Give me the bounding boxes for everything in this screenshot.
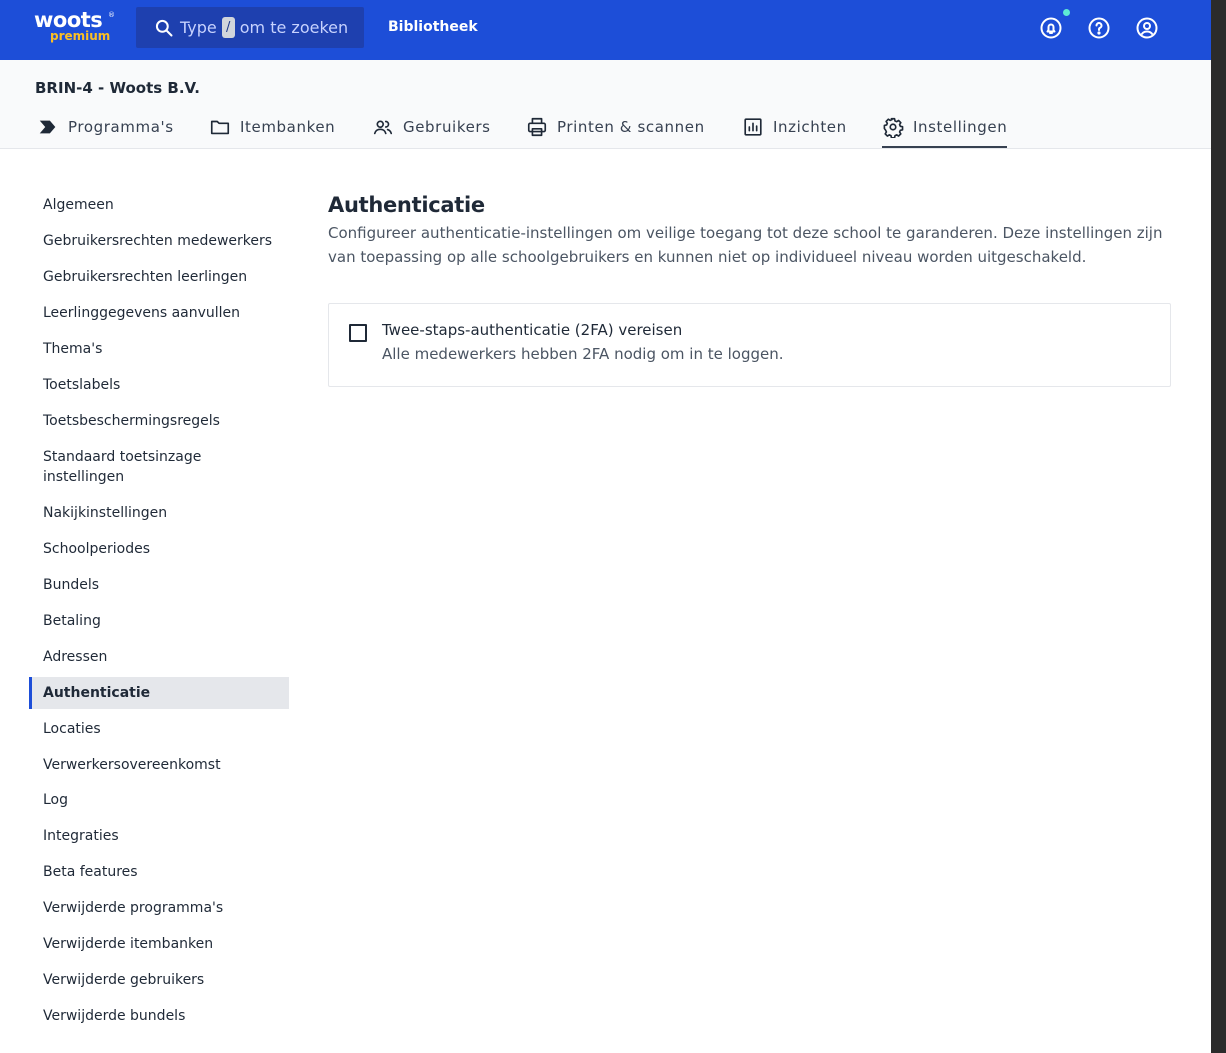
tab-label: Printen & scannen (557, 118, 705, 136)
logo-trademark: ® (108, 11, 115, 19)
sidebar-item-algemeen[interactable]: Algemeen (29, 195, 289, 215)
main-content: Authenticatie Configureer authenticatie-… (328, 190, 1171, 387)
search-bar[interactable]: Type / om te zoeken (136, 7, 364, 48)
sidebar-item-leerlinggegevens-aanvullen[interactable]: Leerlinggegevens aanvullen (29, 303, 289, 323)
sidebar-item-verwijderde-itembanken[interactable]: Verwijderde itembanken (29, 934, 289, 954)
logo-tier: premium (50, 29, 111, 43)
search-shortcut-key: / (221, 17, 235, 38)
sidebar-item-themas[interactable]: Thema's (29, 339, 289, 359)
programs-icon (39, 120, 56, 134)
sidebar-item-toetslabels[interactable]: Toetslabels (29, 375, 289, 395)
sidebar-item-locaties[interactable]: Locaties (29, 719, 289, 739)
sidebar-item-verwijderde-gebruikers[interactable]: Verwijderde gebruikers (29, 970, 289, 990)
top-bar: woots ® premium Type / om te zoeken Bibl… (0, 0, 1211, 60)
tab-label: Programma's (68, 118, 174, 136)
users-icon (373, 120, 393, 135)
library-link[interactable]: Bibliotheek (388, 19, 478, 35)
sidebar-item-integraties[interactable]: Integraties (29, 826, 289, 846)
sidebar-item-verwijderde-bundels[interactable]: Verwijderde bundels (29, 1006, 289, 1026)
notifications-icon[interactable] (1039, 16, 1063, 40)
window-edge (1211, 0, 1226, 1053)
help-icon[interactable] (1087, 16, 1111, 40)
setting-card-2fa: Twee-staps-authenticatie (2FA) vereisen … (328, 303, 1171, 387)
tab-label: Gebruikers (403, 118, 491, 136)
tab-gebruikers[interactable]: Gebruikers (372, 116, 491, 148)
tab-itembanken[interactable]: Itembanken (209, 116, 335, 148)
gear-icon (883, 117, 904, 138)
sidebar-item-adressen[interactable]: Adressen (29, 647, 289, 667)
sidebar-item-schoolperiodes[interactable]: Schoolperiodes (29, 539, 289, 559)
search-placeholder: Type / om te zoeken (180, 17, 348, 38)
search-prefix: Type (180, 18, 217, 37)
tab-printen-scannen[interactable]: Printen & scannen (526, 116, 705, 148)
setting-label[interactable]: Twee-staps-authenticatie (2FA) vereisen (382, 321, 682, 339)
sidebar-item-log[interactable]: Log (29, 790, 289, 810)
account-icon[interactable] (1135, 16, 1159, 40)
folder-icon (210, 120, 230, 135)
setting-help-text: Alle medewerkers hebben 2FA nodig om in … (382, 345, 784, 363)
app-window: woots ® premium Type / om te zoeken Bibl… (0, 0, 1211, 1053)
sidebar-item-gebruikersrechten-leerlingen[interactable]: Gebruikersrechten leerlingen (29, 267, 289, 287)
printer-icon (527, 117, 547, 137)
chart-icon (744, 118, 762, 136)
sidebar-item-verwijderde-programmas[interactable]: Verwijderde programma's (29, 898, 289, 918)
notification-dot (1063, 9, 1070, 16)
woots-logo[interactable]: woots ® premium (34, 8, 115, 48)
sidebar-item-verwerkersovereenkomst[interactable]: Verwerkersovereenkomst (29, 755, 289, 775)
sidebar-item-authenticatie[interactable]: Authenticatie (29, 677, 289, 709)
sidebar-item-beta-features[interactable]: Beta features (29, 862, 289, 882)
sidebar-item-standaard-toetsinzage[interactable]: Standaard toetsinzage instellingen (29, 447, 219, 487)
tab-programmas[interactable]: Programma's (37, 116, 174, 148)
tab-label: Instellingen (913, 118, 1008, 136)
search-icon (155, 19, 173, 37)
sidebar-item-gebruikersrechten-medewerkers[interactable]: Gebruikersrechten medewerkers (29, 231, 289, 251)
sidebar-item-bundels[interactable]: Bundels (29, 575, 289, 595)
tab-label: Itembanken (240, 118, 336, 136)
page-title: Authenticatie (328, 193, 485, 217)
search-suffix: om te zoeken (239, 18, 349, 37)
page-description: Configureer authenticatie-instellingen o… (328, 224, 1163, 266)
org-header: BRIN-4 - Woots B.V. Programma's Itembank… (0, 60, 1211, 149)
tab-inzichten[interactable]: Inzichten (742, 116, 847, 148)
tab-instellingen[interactable]: Instellingen (882, 116, 1008, 148)
sidebar-item-betaling[interactable]: Betaling (29, 611, 289, 631)
sidebar-item-nakijkinstellingen[interactable]: Nakijkinstellingen (29, 503, 289, 523)
tab-label: Inzichten (773, 118, 847, 136)
require-2fa-checkbox[interactable] (349, 324, 367, 342)
org-title: BRIN-4 - Woots B.V. (35, 79, 200, 97)
sidebar-item-toetsbeschermingsregels[interactable]: Toetsbeschermingsregels (29, 411, 289, 431)
